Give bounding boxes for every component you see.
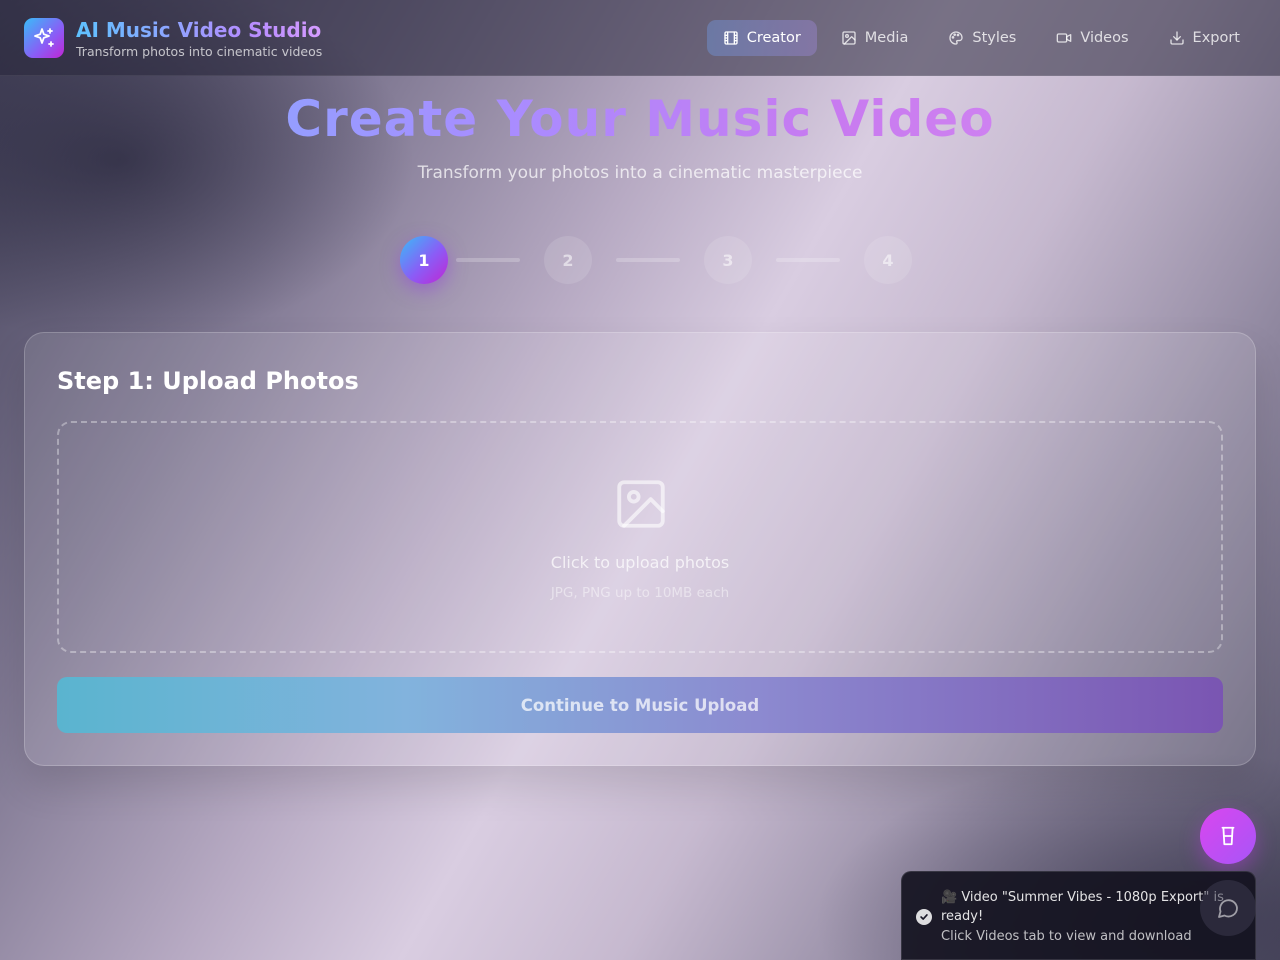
nav-tab-creator[interactable]: Creator [706, 20, 817, 56]
step-1[interactable]: 1 [400, 236, 448, 284]
cup-icon [1221, 826, 1235, 846]
brand-title: AI Music Video Studio [76, 18, 322, 42]
toast-title: 🎥 Video "Summer Vibes - 1080p Export" is… [941, 890, 1224, 924]
dropzone-title: Click to upload photos [550, 553, 730, 572]
step-3[interactable]: 3 [704, 236, 752, 284]
step-connector [776, 258, 840, 262]
photo-dropzone[interactable]: Click to upload photos JPG, PNG up to 10… [57, 421, 1223, 653]
upload-card: Step 1: Upload Photos Click to upload ph… [24, 332, 1256, 766]
download-icon [1169, 31, 1184, 45]
step-4[interactable]: 4 [864, 236, 912, 284]
check-circle-icon [916, 909, 932, 925]
brand-subtitle: Transform photos into cinematic videos [76, 44, 323, 59]
step-connector [456, 258, 520, 262]
nav-tab-label: Videos [1080, 30, 1129, 46]
step-connector [616, 258, 680, 262]
dropzone-hint: JPG, PNG up to 10MB each [550, 585, 730, 601]
page-subtitle: Transform your photos into a cinematic m… [417, 163, 863, 183]
sparkles-icon [34, 28, 54, 47]
continue-button[interactable]: Continue to Music Upload [57, 677, 1223, 733]
nav-tab-styles[interactable]: Styles [932, 20, 1032, 56]
nav-tab-label: Export [1192, 30, 1240, 46]
step-indicator: 1 2 3 4 [400, 236, 912, 284]
nav-tab-export[interactable]: Export [1153, 20, 1256, 56]
nav-tab-videos[interactable]: Videos [1040, 20, 1144, 56]
step-2[interactable]: 2 [544, 236, 592, 284]
chat-bubble-icon [1218, 899, 1238, 918]
chat-button[interactable] [1200, 880, 1256, 936]
image-icon [842, 31, 856, 45]
nav-tab-label: Media [864, 30, 909, 46]
nav-tab-media[interactable]: Media [825, 20, 925, 56]
page-title: Create Your Music Video [0, 90, 1280, 148]
toast-description: Click Videos tab to view and download [941, 929, 1192, 944]
floating-action-button[interactable] [1200, 808, 1256, 864]
image-icon [617, 480, 665, 528]
main-nav: Creator Media Styles Videos Export [706, 20, 1256, 56]
video-camera-icon [1057, 33, 1072, 43]
film-icon [724, 31, 738, 45]
palette-icon [949, 31, 964, 45]
nav-tab-label: Creator [746, 30, 801, 46]
card-title: Step 1: Upload Photos [57, 367, 359, 395]
app-logo[interactable] [24, 18, 64, 58]
nav-tab-label: Styles [972, 30, 1017, 46]
top-bar: AI Music Video Studio Transform photos i… [0, 0, 1280, 76]
